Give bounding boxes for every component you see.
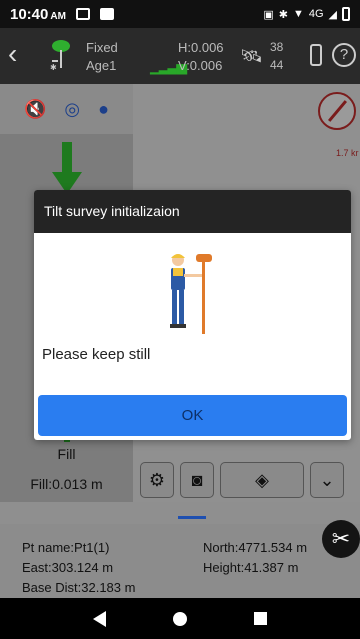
east-value: East:303.124 m [22, 560, 114, 575]
chevron-down-icon: ⌄ [319, 469, 335, 490]
base-dist-value: Base Dist:32.183 m [22, 580, 136, 595]
dialog-title: Tilt survey initializaion [34, 190, 351, 233]
gnss-receiver-icon: ✱ [50, 40, 70, 72]
camera-icon: ◙ [191, 469, 203, 490]
ok-button[interactable]: OK [38, 395, 347, 436]
system-nav-bar [0, 598, 360, 639]
scissors-icon: ✂ [331, 526, 351, 551]
scissors-button[interactable]: ✂ [322, 520, 360, 558]
v-precision: V:0.006 [178, 58, 223, 73]
status-right: ▣ ✱ ▼ 4G ◢ [263, 7, 350, 21]
h-precision: H:0.006 [178, 40, 224, 55]
cell-signal-icon: ◢ [328, 8, 337, 21]
status-time: 10:40 AM [10, 5, 66, 23]
camera-button[interactable]: ◙ [180, 462, 214, 498]
settings-button[interactable]: ⚙ [140, 462, 174, 498]
layers-icon: ◈ [255, 469, 269, 490]
height-value: Height:41.387 m [203, 560, 299, 575]
bluetooth-icon: ✱ [278, 8, 288, 21]
scale-label: 1.7 kr [336, 148, 359, 158]
svg-text:✱: ✱ [50, 63, 57, 72]
gear-icon: ⚙ [148, 469, 166, 490]
device-icon[interactable] [310, 44, 322, 66]
nav-back-icon[interactable] [93, 610, 107, 627]
compass-icon[interactable] [318, 92, 356, 130]
compass-toggle-icon[interactable]: ● [98, 99, 109, 120]
mute-icon[interactable]: 🔇 [24, 99, 46, 120]
fill-label: Fill [57, 446, 76, 462]
network-label: 4G [308, 8, 324, 20]
fix-status: Fixed [86, 40, 118, 55]
tilt-init-dialog: Tilt survey initializaion Please keep st… [34, 190, 351, 440]
wifi-icon: ▼ [292, 8, 304, 20]
satellites-used: 38 [270, 40, 284, 54]
sim-icon: ▣ [263, 8, 274, 21]
left-panel-toolbar: 🔇 ◎ ● [0, 84, 133, 134]
pt-name: Pt name:Pt1(1) [22, 540, 110, 555]
age-label: Age1 [86, 58, 117, 73]
down-arrow-icon [52, 142, 82, 194]
notification-icon [75, 8, 90, 20]
satellite-icon: 🛰 [240, 46, 263, 66]
status-bar: 10:40 AM ▣ ✱ ▼ 4G ◢ [0, 0, 360, 28]
north-value: North:4771.534 m [203, 540, 308, 555]
panel-handle[interactable] [178, 516, 206, 519]
nav-recents-icon[interactable] [253, 612, 267, 625]
point-info-panel: Pt name:Pt1(1) East:303.124 m Base Dist:… [0, 524, 360, 598]
app-header: ‹ ✱ Fixed Age1 ▁▂▃▅ H:0.006 V:0.006 🛰 38… [0, 28, 360, 84]
dialog-message: Please keep still [42, 346, 151, 363]
nav-home-icon[interactable] [172, 611, 187, 626]
battery-icon [342, 7, 350, 21]
surveyor-illustration-icon [170, 254, 212, 334]
notification-icon-2 [99, 8, 114, 20]
expand-button[interactable]: ⌄ [310, 462, 344, 498]
help-icon[interactable]: ? [332, 43, 356, 67]
back-icon[interactable]: ‹ [8, 40, 17, 68]
layers-button[interactable]: ◈ [220, 462, 304, 498]
hide-icon[interactable]: ◎ [64, 99, 80, 120]
map-toolbar: ⚙ ◙ ◈ ⌄ [140, 462, 344, 500]
satellites-total: 44 [270, 58, 284, 72]
fill-value: Fill:0.013 m [30, 476, 103, 492]
